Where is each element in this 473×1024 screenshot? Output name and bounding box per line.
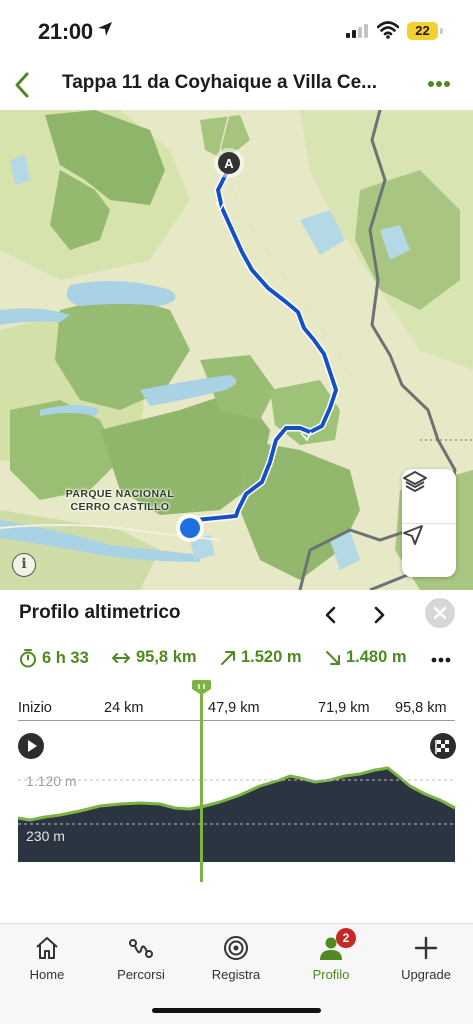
location-arrow-icon [98,22,112,36]
axis-start-label: Inizio [18,700,52,716]
ascent-stat: 1.520 m [220,648,302,667]
tab-profile[interactable]: 2 Profilo [284,924,378,994]
distance-icon [112,652,130,663]
axis-tick-label: 95,8 km [395,700,447,716]
tab-label: Percorsi [117,967,165,982]
tab-home[interactable]: Home [0,924,94,994]
elevation-profile-panel: Profilo altimetrico 6 h 33 95,8 km 1.520… [0,590,473,923]
status-bar: 21:00 22 [0,0,473,60]
route-map[interactable]: A PARQUE NACIONAL CERRO CASTILLO i [0,110,473,590]
tab-label: Upgrade [401,967,451,982]
routes-icon [129,939,153,958]
finish-flag-icon [430,733,456,759]
start-flag-icon [18,733,44,759]
layers-button[interactable] [402,469,456,523]
axis-tick-label: 71,9 km [318,700,370,716]
notification-badge: 2 [336,928,356,948]
elevation-high-label: 1.120 m [26,773,77,789]
tab-label: Home [29,967,65,982]
page-title: Tappa 11 da Coyhaique a Villa Ce... [62,72,378,93]
park-label-line1: PARQUE NACIONAL [65,488,175,500]
stats-row: 6 h 33 95,8 km 1.520 m 1.480 m [19,648,459,672]
chevron-left-icon[interactable] [8,68,38,102]
navigation-arrow-icon [403,525,423,545]
distance-value: 95,8 km [136,648,197,666]
descent-value: 1.480 m [346,648,407,666]
duration-stat: 6 h 33 [19,648,89,668]
plus-icon [414,936,438,960]
layers-icon [403,471,427,492]
map-controls [402,469,456,577]
distance-axis: Inizio 24 km 47,9 km 71,9 km 95,8 km [0,698,473,722]
profile-title: Profilo altimetrico [19,602,181,623]
timer-icon [20,649,36,668]
tab-routes[interactable]: Percorsi [94,924,188,994]
battery-cap [440,28,443,34]
tab-record[interactable]: Registra [189,924,283,994]
park-label: PARQUE NACIONAL CERRO CASTILLO [46,488,194,514]
ascent-value: 1.520 m [241,648,302,666]
info-icon[interactable]: i [12,553,36,577]
chevron-right-icon[interactable] [366,602,392,628]
nav-bar: Tappa 11 da Coyhaique a Villa Ce... [0,60,473,110]
axis-line [18,720,455,721]
distance-stat: 95,8 km [111,648,197,667]
signal-icon [346,24,368,38]
elevation-area [18,768,455,862]
axis-tick-label: 47,9 km [208,700,260,716]
more-dots-icon[interactable] [424,72,454,96]
close-icon [433,606,447,620]
battery-icon: 22 [407,22,438,40]
more-dots-icon[interactable] [429,648,453,672]
record-icon [224,936,248,960]
duration-value: 6 h 33 [42,648,89,667]
start-marker-label: A [224,156,234,171]
axis-tick-label: 24 km [104,700,144,716]
close-button[interactable] [425,598,455,628]
descent-stat: 1.480 m [325,648,407,667]
home-icon [36,937,58,959]
status-time: 21:00 [38,19,93,44]
wifi-icon [377,21,399,39]
scrubber-handle-icon[interactable] [192,680,211,695]
park-label-line2: CERRO CASTILLO [70,501,170,513]
tab-label: Registra [211,967,261,982]
tab-upgrade[interactable]: Upgrade [379,924,473,994]
home-indicator [152,1008,321,1013]
ascent-icon [221,650,235,665]
descent-icon [326,650,340,665]
chevron-left-icon[interactable] [318,602,344,628]
tab-bar: Home Percorsi Registra 2 Profilo Upgrade [0,923,473,1024]
position-scrubber[interactable] [200,680,203,882]
elevation-low-label: 230 m [26,828,65,844]
locate-button[interactable] [402,524,456,577]
tab-label: Profilo [312,967,350,982]
